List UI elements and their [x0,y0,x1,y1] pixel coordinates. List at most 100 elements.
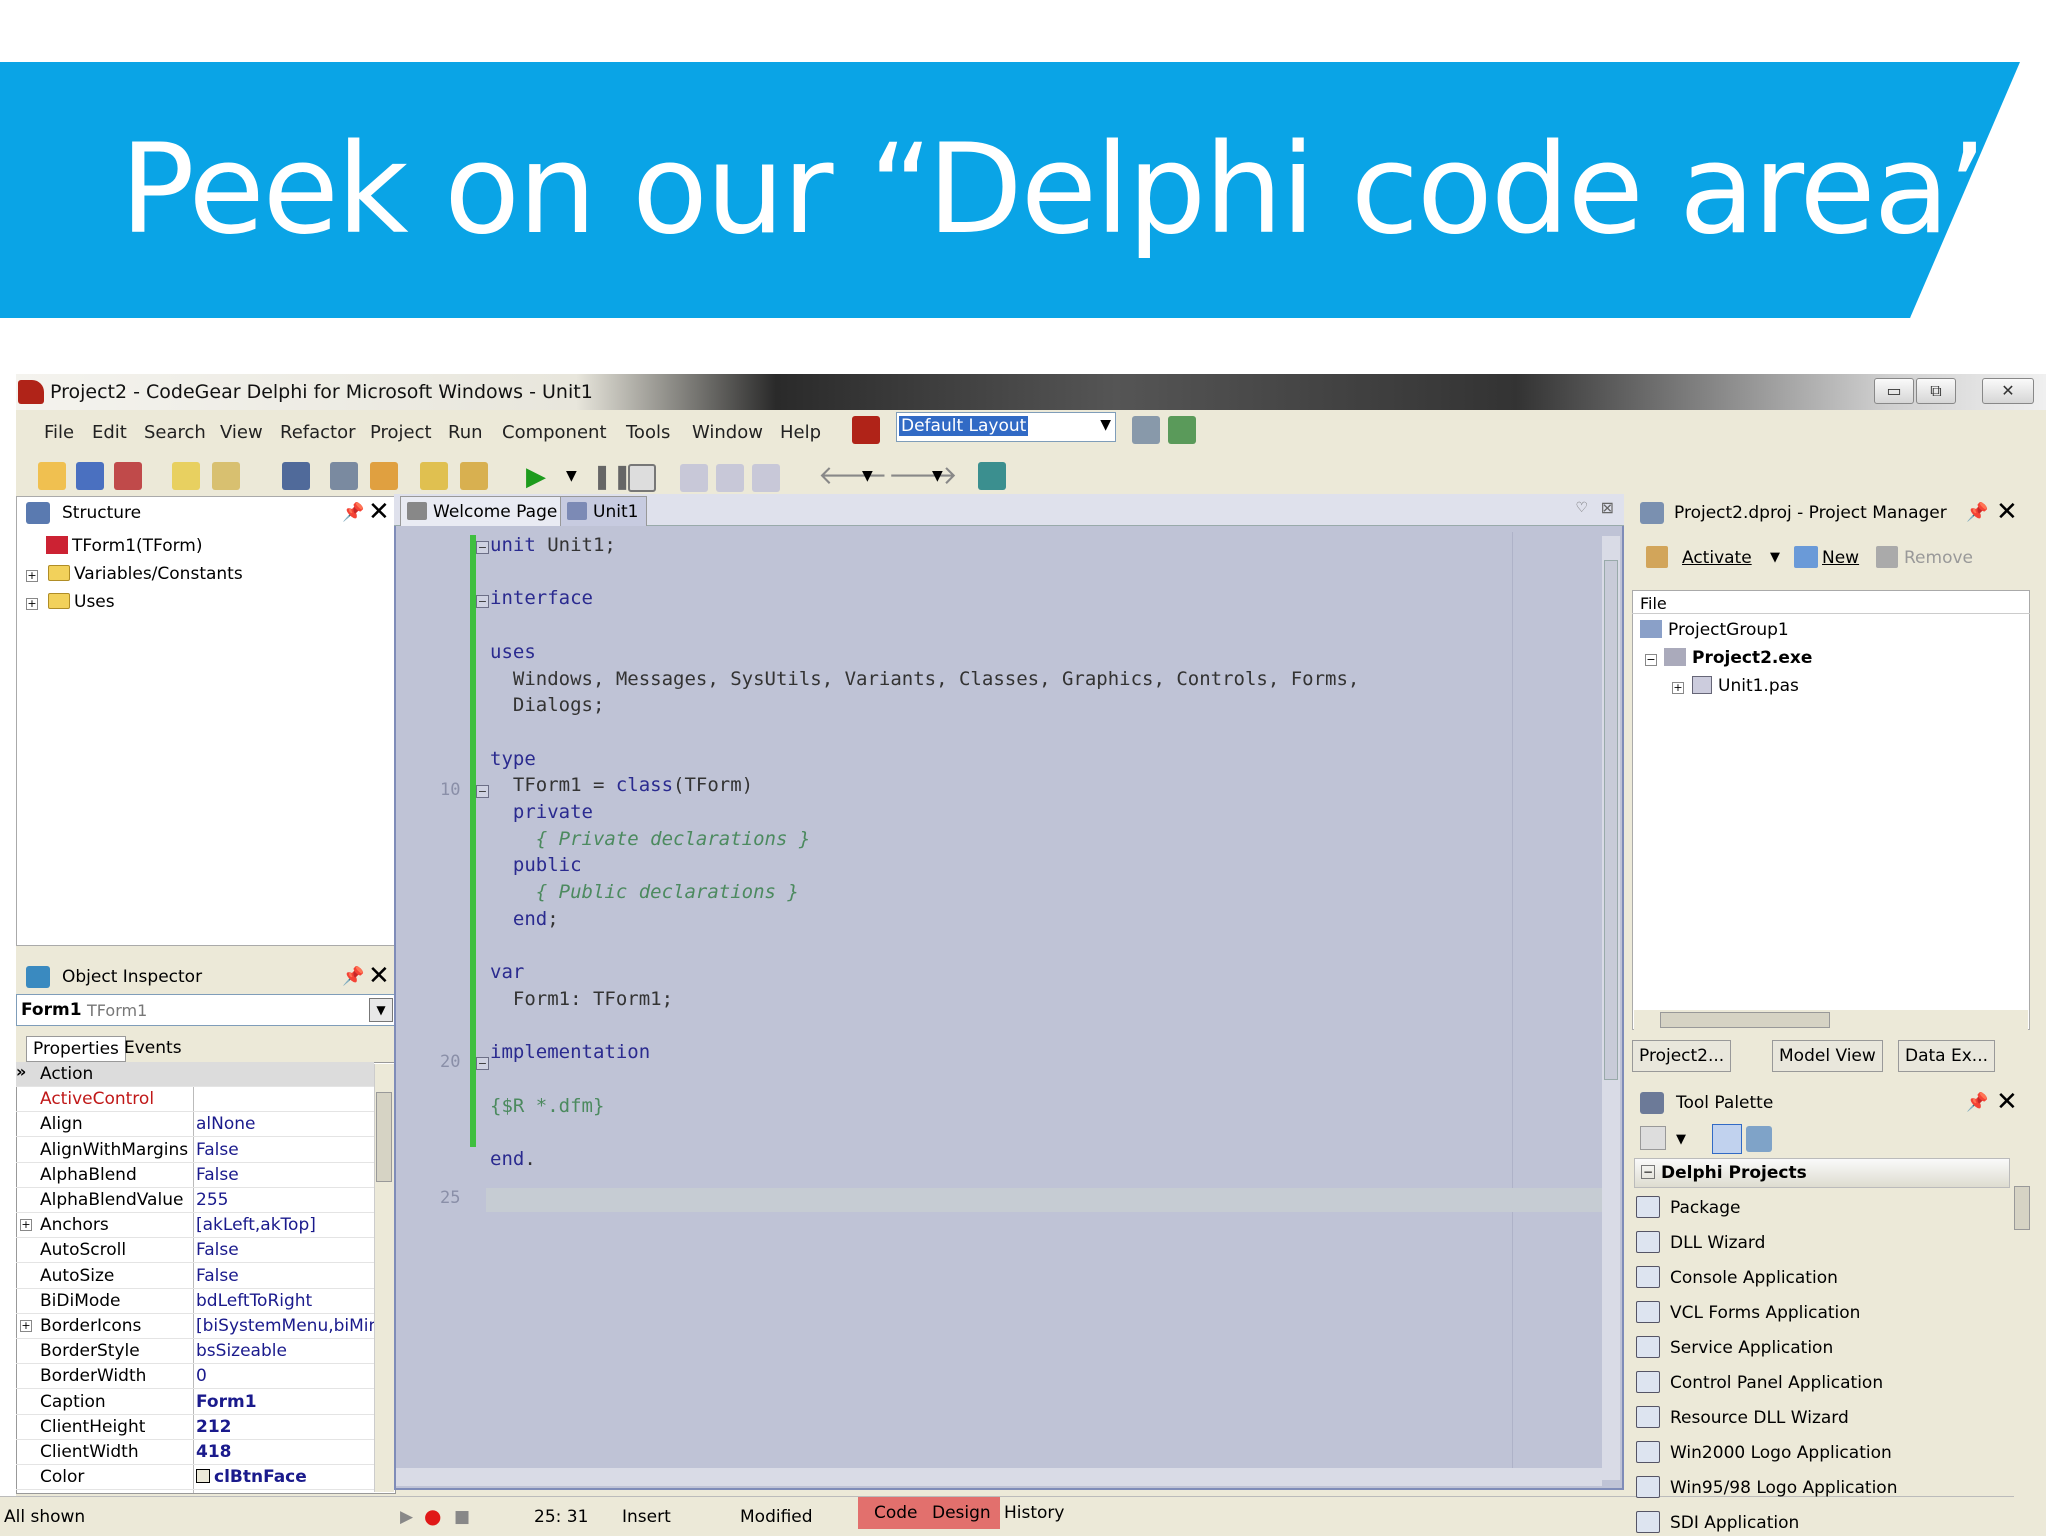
activate-button[interactable]: Activate [1682,548,1752,568]
property-row[interactable]: ActiveControl [16,1087,374,1113]
property-row[interactable]: BiDiMode bdLeftToRight [16,1289,374,1314]
palette-category-header[interactable]: − Delphi Projects [1634,1158,2010,1188]
chevron-down-icon[interactable]: ▼ [566,468,577,484]
project-item[interactable]: Project2.exe [1664,648,1812,668]
property-row[interactable]: Align alNone [16,1112,374,1138]
layout-combo[interactable]: Default Layout ▼ [896,412,1116,442]
property-row[interactable]: BorderWidth 0 [16,1364,374,1390]
menu-refactor[interactable]: Refactor [280,422,356,443]
close-icon[interactable]: ✕ [368,962,390,990]
expand-icon[interactable]: + [20,1219,32,1232]
set-debug-desktop-icon[interactable] [1168,416,1196,444]
close-tab-icon[interactable]: ⊠ [1601,498,1614,517]
property-value[interactable]: False [196,1266,239,1286]
structure-item[interactable]: Variables/Constants [48,564,243,584]
close-button[interactable]: ✕ [1982,378,2034,404]
save-desktop-icon[interactable] [1132,416,1160,444]
code-text[interactable]: unit Unit1; interface uses Windows, Mess… [490,532,1359,1173]
back-arrow-icon[interactable]: 🡐 [818,460,888,491]
object-selector[interactable]: Form1 TForm1 ▼ [16,994,396,1026]
remove-from-project-icon[interactable] [460,462,488,490]
open-project-icon[interactable] [76,462,104,490]
pause-icon[interactable]: ❚❚ [592,462,632,490]
project-group-item[interactable]: ProjectGroup1 [1640,620,1789,640]
restore-button[interactable]: ⧉ [1916,378,1956,404]
remove-button[interactable]: Remove [1904,548,1973,568]
record-macro-icon[interactable]: ● [424,1504,441,1528]
collapse-icon[interactable]: − [1641,1165,1655,1179]
pointer-icon[interactable] [1712,1124,1742,1154]
tab-data-explorer[interactable]: Data Ex... [1898,1040,1996,1072]
chevron-down-icon[interactable]: ▼ [1770,550,1780,565]
menu-help[interactable]: Help [780,422,821,443]
menu-component[interactable]: Component [502,422,607,443]
scroll-thumb[interactable] [1604,560,1618,1080]
tab-list-icon[interactable]: ♡ [1575,500,1588,516]
tab-model-view[interactable]: Model View [1772,1040,1883,1072]
expand-icon[interactable]: + [20,1320,32,1332]
property-row[interactable]: ClientHeight 212 [16,1415,374,1440]
chevron-down-icon[interactable]: ▼ [862,468,873,484]
file-column-header[interactable]: File [1632,590,2030,614]
tab-properties[interactable]: Properties [26,1036,126,1062]
property-value[interactable]: [akLeft,akTop] [196,1215,316,1235]
property-row[interactable]: Action [16,1062,374,1087]
property-value[interactable]: False [196,1165,239,1185]
property-value[interactable]: False [196,1140,239,1160]
new-icon[interactable] [172,462,200,490]
collapse-icon[interactable]: − [1645,654,1657,666]
tab-welcome-page[interactable]: Welcome Page [400,496,567,526]
stop-macro-icon[interactable]: ■ [454,1507,470,1527]
property-value[interactable]: bdLeftToRight [196,1291,312,1311]
property-row[interactable]: ClientWidth 418 [16,1440,374,1465]
step-over-icon[interactable] [716,464,744,492]
fold-icon[interactable]: − [476,785,489,798]
pin-icon[interactable]: 📌 [1966,1092,1988,1113]
add-file-icon[interactable] [114,462,142,490]
menu-run[interactable]: Run [448,422,483,443]
property-value[interactable]: bsSizeable [196,1341,287,1361]
chevron-down-icon[interactable]: ▼ [932,468,943,484]
expand-icon[interactable]: + [1672,682,1684,694]
property-row[interactable]: AutoSize False [16,1264,374,1289]
scroll-thumb[interactable] [2014,1186,2030,1230]
tab-code[interactable]: Code [874,1503,918,1523]
play-macro-icon[interactable]: ▶ [400,1507,413,1527]
property-value[interactable]: 418 [196,1442,232,1462]
palette-item[interactable]: VCL Forms Application [1636,1301,1860,1323]
fold-icon[interactable]: − [476,1057,489,1070]
trace-into-icon[interactable] [680,464,708,492]
forward-arrow-icon[interactable]: 🡒 [888,460,958,491]
palette-item[interactable]: Control Panel Application [1636,1371,1883,1393]
property-row[interactable]: Caption Form1 [16,1390,374,1415]
tab-design[interactable]: Design [932,1503,991,1523]
fold-icon[interactable]: − [476,595,489,608]
property-value[interactable]: alNone [196,1114,256,1134]
expand-icon[interactable]: + [26,598,38,610]
menu-file[interactable]: File [44,422,74,443]
property-row[interactable]: AutoScroll False [16,1238,374,1264]
stop-icon[interactable] [628,464,656,492]
structure-item[interactable]: Uses [48,592,115,612]
menu-view[interactable]: View [220,422,263,443]
structure-item[interactable]: TForm1(TForm) [46,536,203,556]
scroll-thumb[interactable] [376,1092,392,1182]
palette-item[interactable]: Console Application [1636,1266,1838,1288]
property-row[interactable]: AlphaBlend False [16,1163,374,1188]
palette-item[interactable]: Package [1636,1196,1740,1218]
palette-item[interactable]: Win2000 Logo Application [1636,1441,1892,1463]
menu-window[interactable]: Window [692,422,763,443]
property-value[interactable]: False [196,1240,239,1260]
property-value[interactable]: 212 [196,1417,232,1437]
chevron-down-icon[interactable]: ▼ [1100,417,1111,433]
palette-item[interactable]: Resource DLL Wizard [1636,1406,1849,1428]
save-icon[interactable] [282,462,310,490]
chevron-down-icon[interactable]: ▼ [1676,1132,1686,1147]
editor-hscrollbar[interactable] [396,1468,1602,1486]
property-row[interactable]: BorderStyle bsSizeable [16,1339,374,1365]
pin-icon[interactable]: 📌 [342,502,364,523]
desktop-icon[interactable] [852,416,880,444]
run-to-cursor-icon[interactable] [752,464,780,492]
run-icon[interactable]: ▶ [526,462,546,492]
palette-item[interactable]: DLL Wizard [1636,1231,1765,1253]
